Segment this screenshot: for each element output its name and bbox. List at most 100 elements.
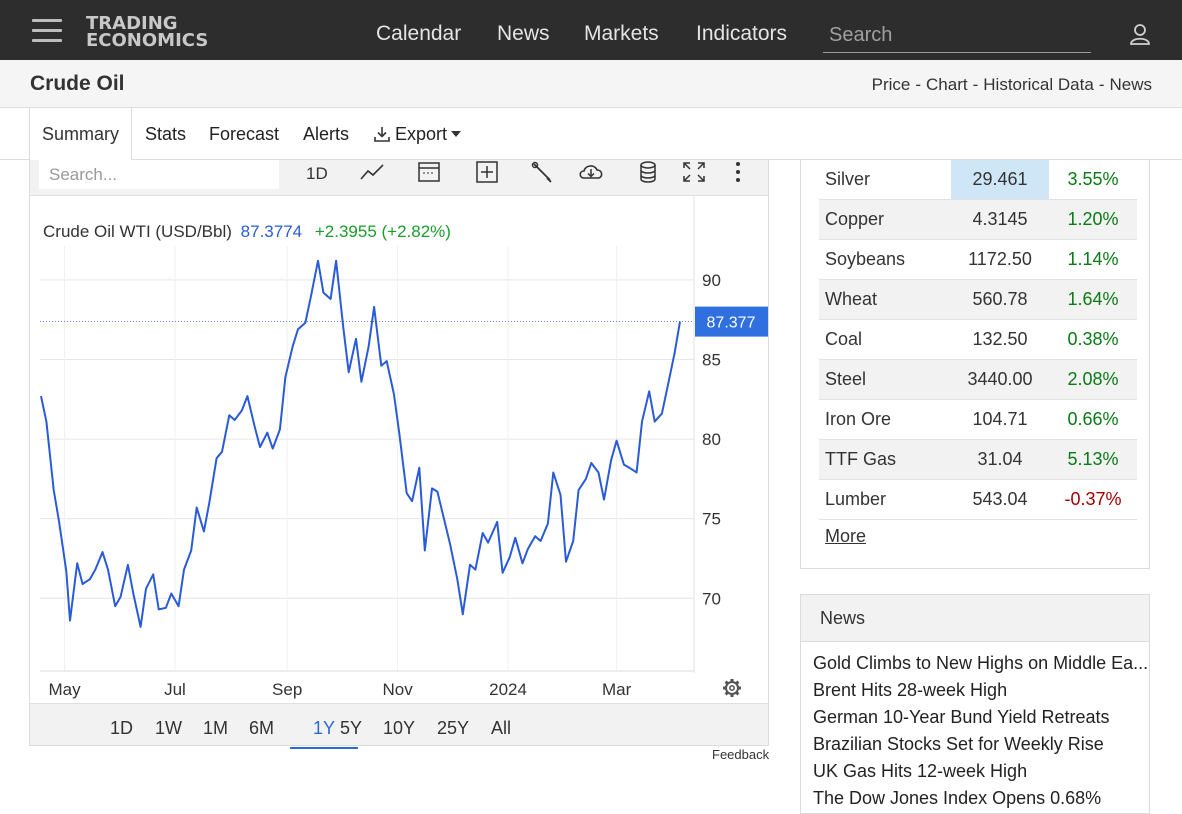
range-all[interactable]: All — [491, 718, 511, 739]
commodity-price: 1172.50 — [968, 249, 1032, 269]
table-row[interactable]: Silver 29.461 3.55% — [819, 160, 1137, 200]
more-link[interactable]: More — [825, 526, 866, 547]
tab-export[interactable]: Export — [373, 108, 462, 160]
table-row[interactable]: Wheat 560.78 1.64% — [819, 280, 1137, 320]
commodity-name: Iron Ore — [825, 409, 892, 429]
commodity-price: 560.78 — [972, 289, 1028, 309]
caret-down-icon — [451, 131, 462, 137]
commodity-name: Silver — [825, 169, 871, 189]
news-item[interactable]: Brazilian Stocks Set for Weekly Rise — [813, 734, 1149, 755]
nav-calendar[interactable]: Calendar — [376, 22, 461, 46]
add-icon[interactable] — [475, 160, 499, 184]
line-type-icon[interactable] — [360, 160, 384, 184]
site-search-input[interactable] — [823, 20, 1091, 50]
tabs-bar: Summary Stats Forecast Alerts Export — [0, 108, 1182, 161]
range-1w[interactable]: 1W — [155, 718, 182, 739]
legend-price: 87.3774 — [241, 222, 302, 241]
series-line-crude-oil-wti — [40, 259, 681, 628]
range-25y[interactable]: 25Y — [437, 718, 469, 739]
news-item[interactable]: The Dow Jones Index Opens 0.68% — [813, 788, 1149, 809]
link-historical-data[interactable]: Historical Data — [983, 75, 1094, 94]
commodity-price: 31.04 — [977, 449, 1023, 469]
section-links: Price - Chart - Historical Data - News — [872, 75, 1152, 95]
commodity-price: 3440.00 — [967, 369, 1033, 389]
table-row[interactable]: Lumber 543.04 -0.37% — [819, 480, 1137, 520]
logo-line-2: ECONOMICS — [86, 30, 209, 51]
tab-forecast[interactable]: Forecast — [209, 108, 279, 160]
chart-search-input[interactable]: Search... — [39, 160, 279, 189]
nav-indicators[interactable]: Indicators — [696, 22, 787, 46]
tab-alerts[interactable]: Alerts — [303, 108, 349, 160]
nav-markets[interactable]: Markets — [584, 22, 659, 46]
site-search — [823, 20, 1091, 53]
top-navigation-bar: TRADING ECONOMICS Calendar News Markets … — [0, 0, 1182, 60]
commodity-change: 3.55% — [1067, 169, 1119, 189]
tab-stats[interactable]: Stats — [145, 108, 186, 160]
link-separator: - — [915, 75, 922, 94]
y-tick-label: 75 — [702, 510, 721, 529]
commodity-price: 132.50 — [972, 329, 1028, 349]
commodity-change: 1.20% — [1067, 209, 1119, 229]
database-icon[interactable] — [638, 160, 658, 184]
chart-toolbar: Search... 1D — [30, 160, 768, 196]
commodity-price: 543.04 — [972, 489, 1028, 509]
table-row[interactable]: Soybeans 1172.50 1.14% — [819, 240, 1137, 280]
link-chart[interactable]: Chart — [926, 75, 968, 94]
news-title: News — [820, 608, 866, 628]
link-price[interactable]: Price — [872, 75, 911, 94]
chart-settings-icon[interactable] — [723, 679, 741, 697]
x-tick-label: Nov — [382, 680, 413, 699]
commodity-name: Copper — [825, 209, 885, 229]
y-tick-label: 70 — [702, 589, 721, 608]
commodity-name: Steel — [825, 369, 867, 389]
commodity-change: 5.13% — [1067, 449, 1119, 469]
commodity-change: 0.38% — [1067, 329, 1119, 349]
x-tick-label: Jul — [164, 680, 186, 699]
range-6m[interactable]: 6M — [249, 718, 274, 739]
download-cloud-icon[interactable] — [577, 160, 605, 184]
range-5y[interactable]: 5Y — [340, 718, 362, 739]
chart-grid — [40, 246, 694, 671]
news-item[interactable]: German 10-Year Bund Yield Retreats — [813, 707, 1149, 728]
table-row[interactable]: Copper 4.3145 1.20% — [819, 200, 1137, 240]
x-axis-ticks: May Jul Sep Nov 2024 Mar — [48, 680, 631, 699]
last-price-label: 87.377 — [707, 315, 756, 332]
nav-news[interactable]: News — [497, 22, 550, 46]
more-vert-icon[interactable] — [730, 160, 746, 184]
x-tick-label: 2024 — [489, 680, 527, 699]
range-1d[interactable]: 1D — [110, 718, 133, 739]
commodity-name: Soybeans — [825, 249, 906, 269]
x-tick-label: May — [48, 680, 81, 699]
range-selector: 1D 1W 1M 6M 1Y 5Y 10Y 25Y All — [30, 703, 768, 749]
range-10y[interactable]: 10Y — [383, 718, 415, 739]
link-separator: - — [1098, 75, 1105, 94]
fullscreen-icon[interactable] — [682, 160, 706, 184]
table-row[interactable]: TTF Gas 31.04 5.13% — [819, 440, 1137, 480]
commodity-price: 4.3145 — [972, 209, 1028, 229]
commodity-name: Wheat — [825, 289, 878, 309]
table-row[interactable]: Coal 132.50 0.38% — [819, 320, 1137, 360]
user-icon[interactable] — [1129, 23, 1151, 50]
calendar-icon[interactable] — [417, 160, 441, 184]
feedback-link[interactable]: Feedback — [712, 747, 769, 762]
table-row[interactable]: Steel 3440.00 2.08% — [819, 360, 1137, 400]
site-logo[interactable]: TRADING ECONOMICS — [86, 15, 209, 51]
commodity-price: 104.71 — [972, 409, 1028, 429]
tab-summary[interactable]: Summary — [29, 108, 132, 161]
range-1m[interactable]: 1M — [203, 718, 228, 739]
chart-legend: Crude Oil WTI (USD/Bbl) 87.3774 +2.3955 … — [43, 222, 451, 241]
hamburger-icon[interactable] — [32, 19, 62, 43]
interval-selector[interactable]: 1D — [306, 162, 328, 186]
x-tick-label: Mar — [602, 680, 632, 699]
wrench-icon[interactable] — [530, 160, 554, 184]
commodity-change: -0.37% — [1064, 489, 1122, 509]
tab-export-label: Export — [395, 124, 448, 144]
download-icon — [374, 127, 390, 142]
news-item[interactable]: UK Gas Hits 12-week High — [813, 761, 1149, 782]
table-row[interactable]: Iron Ore 104.71 0.66% — [819, 400, 1137, 440]
commodity-change: 1.14% — [1067, 249, 1119, 269]
price-chart[interactable]: 90 85 80 75 70 May Jul Sep Nov 2024 Mar 87.377 Cr… — [30, 196, 768, 703]
news-item[interactable]: Gold Climbs to New Highs on Middle Ea... — [813, 653, 1149, 674]
news-item[interactable]: Brent Hits 28-week High — [813, 680, 1149, 701]
link-news[interactable]: News — [1109, 75, 1152, 94]
